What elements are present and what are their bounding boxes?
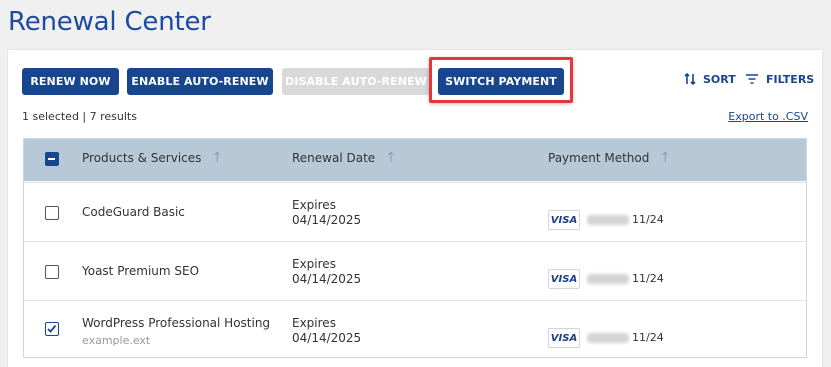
renewal-date: Expires 04/14/2025 (292, 257, 361, 287)
filter-icon (745, 73, 759, 85)
card-expiry: 11/24 (632, 331, 664, 344)
column-label: Products & Services (82, 151, 202, 165)
row-checkbox[interactable] (45, 206, 59, 220)
date-label: Expires (292, 257, 336, 271)
renewal-date: Expires 04/14/2025 (292, 316, 361, 346)
visa-card-icon: VISA (548, 210, 580, 230)
product-name: WordPress Professional Hosting (82, 316, 271, 330)
column-label: Payment Method (548, 151, 650, 165)
table-row[interactable]: WordPress Professional Hosting example.e… (24, 300, 806, 359)
export-csv-link[interactable]: Export to .CSV (728, 110, 808, 123)
sort-icon (684, 72, 696, 86)
date-value: 04/14/2025 (292, 272, 362, 286)
card-expiry: 11/24 (632, 213, 664, 226)
disable-auto-renew-button[interactable]: DISABLE AUTO-RENEW (282, 68, 430, 95)
renewals-table: Products & Services ↑ Renewal Date ↑ Pay… (23, 138, 807, 358)
filters-label: FILTERS (766, 72, 815, 86)
sort-label: SORT (703, 72, 736, 86)
renew-now-button[interactable]: RENEW NOW (22, 68, 119, 95)
row-checkbox[interactable] (45, 265, 59, 279)
table-row[interactable]: Yoast Premium SEO Expires 04/14/2025 VIS… (24, 241, 806, 300)
product-domain: example.ext (82, 334, 151, 347)
date-value: 04/14/2025 (292, 331, 362, 345)
column-header-products[interactable]: Products & Services ↑ (82, 151, 223, 165)
sort-button[interactable]: SORT (684, 70, 736, 88)
visa-card-icon: VISA (548, 269, 580, 289)
masked-card-number (587, 215, 629, 225)
masked-card-number (587, 274, 629, 284)
column-header-payment-method[interactable]: Payment Method ↑ (548, 151, 671, 165)
masked-card-number (587, 333, 629, 343)
product-name: Yoast Premium SEO (82, 264, 200, 278)
checkmark-icon (47, 324, 57, 333)
renewal-date: Expires 04/14/2025 (292, 198, 361, 228)
selection-status: 1 selected | 7 results (22, 110, 137, 123)
select-all-checkbox[interactable] (45, 152, 59, 166)
table-row[interactable]: CodeGuard Basic Expires 04/14/2025 VISA … (24, 182, 806, 241)
product-name: CodeGuard Basic (82, 205, 185, 219)
sort-arrow-icon: ↑ (659, 150, 672, 166)
switch-payment-highlight (429, 57, 573, 103)
enable-auto-renew-button[interactable]: ENABLE AUTO-RENEW (127, 68, 273, 95)
column-header-renewal-date[interactable]: Renewal Date ↑ (292, 151, 397, 165)
page-title: Renewal Center (8, 7, 211, 37)
date-label: Expires (292, 198, 336, 212)
date-label: Expires (292, 316, 336, 330)
card-expiry: 11/24 (632, 272, 664, 285)
sort-arrow-icon: ↑ (211, 150, 224, 166)
sort-arrow-icon: ↑ (385, 150, 397, 166)
filters-button[interactable]: FILTERS (745, 70, 814, 88)
table-header: Products & Services ↑ Renewal Date ↑ Pay… (24, 139, 806, 181)
date-value: 04/14/2025 (292, 213, 362, 227)
row-checkbox[interactable] (45, 322, 59, 336)
visa-card-icon: VISA (548, 328, 580, 348)
column-label: Renewal Date (292, 151, 376, 165)
